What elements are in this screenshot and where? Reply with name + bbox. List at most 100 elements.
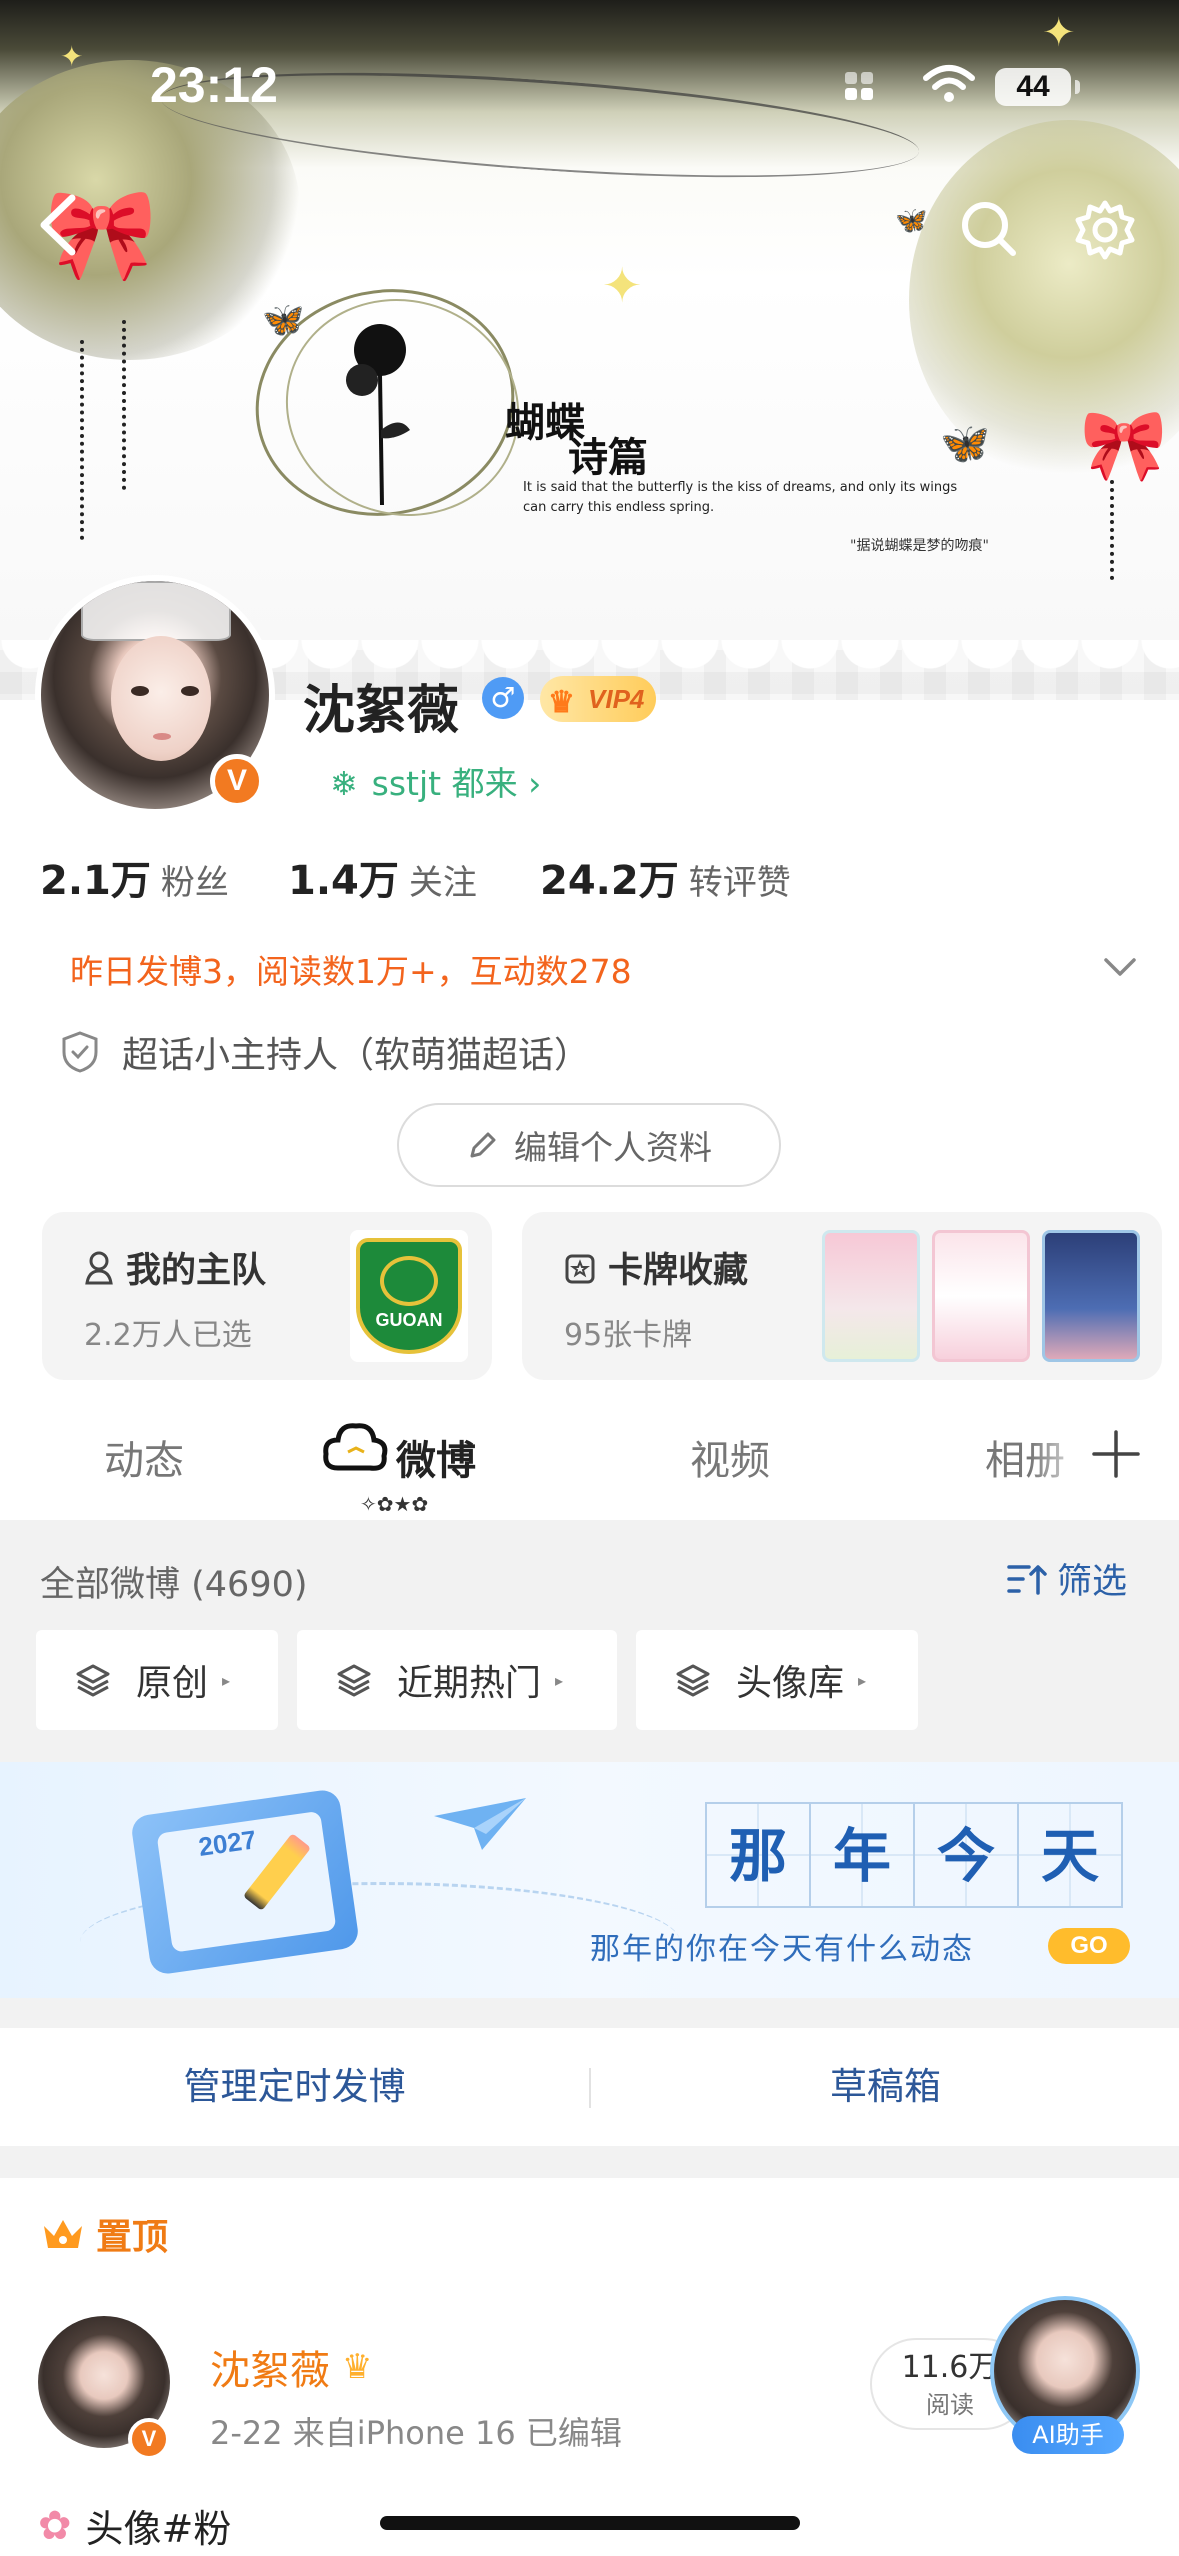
on-this-day-title: 那 年 今 天	[705, 1802, 1130, 1908]
my-team-title-label: 我的主队	[126, 1251, 267, 1291]
pearl-string-left-2	[122, 320, 126, 490]
card-star-icon	[565, 1254, 595, 1283]
paper-plane-icon	[434, 1798, 526, 1850]
cellular-signal-icon	[845, 70, 877, 102]
cover-title-line2: 诗篇	[568, 434, 648, 481]
caret-right-icon: ▸	[222, 1670, 231, 1690]
activity-summary[interactable]: 昨日发博3，阅读数1万+，互动数278	[70, 945, 632, 993]
club-logo: GUOAN	[350, 1230, 468, 1362]
card-thumbnail[interactable]	[822, 1230, 920, 1362]
post-author-name[interactable]: 沈絮薇 ♛	[210, 2338, 372, 2396]
shield-check-icon	[62, 1031, 98, 1073]
drafts-button[interactable]: 草稿箱	[591, 2028, 1179, 2146]
plus-icon[interactable]	[1090, 1428, 1142, 1480]
cover-subtitle: It is said that the butterfly is the kis…	[523, 480, 958, 515]
profile-tabs: 动态 微博 ✧✿★✿ 视频 相册	[0, 1400, 1179, 1520]
pinned-label: 置顶	[40, 2208, 168, 2260]
team-flag-icon	[85, 1251, 113, 1284]
my-team-card[interactable]: 我的主队 2.2万人已选 GUOAN	[42, 1212, 492, 1380]
card-collection[interactable]: 卡牌收藏 95张卡牌	[522, 1212, 1162, 1380]
search-icon[interactable]	[955, 195, 1025, 265]
crown-icon: ♛	[548, 686, 575, 719]
title-char: 年	[809, 1802, 915, 1908]
chip-recent-hot[interactable]: 近期热门 ▸	[297, 1630, 617, 1730]
chip-label: 头像库	[736, 1663, 845, 1704]
status-time: 23:12	[150, 57, 278, 113]
butterfly-icon: 🦋	[895, 206, 928, 236]
ai-assistant-button[interactable]: AI助手	[1012, 2416, 1124, 2454]
avatar-bow	[81, 581, 231, 641]
cover-quote: "据说蝴蝶是梦的吻痕"	[850, 538, 989, 554]
my-team-subtitle: 2.2万人已选	[84, 1318, 252, 1353]
butterfly-icon: 🦋	[940, 421, 990, 467]
go-button[interactable]: GO	[1048, 1928, 1130, 1964]
post-text-label: 头像#粉	[85, 2507, 232, 2551]
host-role[interactable]: 超话小主持人（软萌猫超话）	[60, 1026, 590, 1078]
avatar-eye	[181, 686, 199, 696]
pearl-string-left	[80, 340, 84, 540]
cloud-icon	[323, 1423, 388, 1471]
flower-icon: ✿	[38, 2502, 72, 2549]
chevron-down-icon[interactable]	[1100, 952, 1140, 982]
title-char: 天	[1017, 1802, 1123, 1908]
post-author-label: 沈絮薇	[210, 2348, 330, 2394]
card-thumbnail[interactable]	[932, 1230, 1030, 1362]
stat-followers[interactable]: 2.1万 粉丝	[40, 848, 229, 906]
card-collection-title: 卡牌收藏	[562, 1242, 748, 1293]
profile-name: 沈絮薇	[303, 681, 460, 741]
pearl-string-right	[1110, 480, 1114, 580]
chip-avatar-library[interactable]: 头像库 ▸	[636, 1630, 918, 1730]
tab-dynamic[interactable]: 动态	[104, 1428, 184, 1486]
vip-badge[interactable]: ♛ VIP4	[540, 676, 656, 722]
group-link[interactable]: ❄ sstjt 都来 ›	[330, 757, 541, 805]
manage-row: 管理定时发博 草稿箱	[0, 2028, 1179, 2146]
gear-icon[interactable]	[1070, 195, 1140, 265]
edit-profile-label: 编辑个人资料	[514, 1128, 712, 1167]
post-text: ✿ 头像#粉	[38, 2498, 231, 2553]
butterfly-icon: 🦋	[262, 300, 305, 340]
club-emblem	[380, 1256, 438, 1306]
title-char: 那	[705, 1802, 811, 1908]
vip-label: VIP4	[588, 684, 645, 714]
post-count: 全部微博 (4690)	[40, 1565, 308, 1605]
chip-original[interactable]: 原创 ▸	[36, 1630, 278, 1730]
title-char: 今	[913, 1802, 1019, 1908]
back-arrow-icon[interactable]	[30, 190, 90, 260]
stat-engagement[interactable]: 24.2万 转评赞	[540, 848, 791, 906]
home-indicator[interactable]	[380, 2516, 800, 2530]
filter-button[interactable]: 筛选	[1005, 1553, 1127, 1604]
edit-profile-button[interactable]: 编辑个人资料	[397, 1103, 781, 1187]
group-link-label: sstjt 都来 ›	[371, 764, 542, 803]
layers-icon	[76, 1664, 110, 1697]
tab-weibo[interactable]: 微博	[396, 1428, 476, 1486]
gender-male-icon: ♂	[482, 677, 524, 719]
avatar-lip	[153, 733, 171, 740]
verified-badge: V	[210, 754, 264, 808]
layers-icon	[337, 1664, 371, 1697]
card-collection-subtitle: 95张卡牌	[564, 1318, 693, 1353]
post-meta: 2-22 来自iPhone 16 已编辑	[210, 2414, 622, 2452]
card-thumbnail[interactable]	[1042, 1230, 1140, 1362]
scheduled-posts-button[interactable]: 管理定时发博	[0, 2028, 589, 2146]
on-this-day-banner[interactable]: 2027 那 年 今 天 那年的你在今天有什么动态 GO	[0, 1762, 1179, 1998]
status-bar: 23:12 44	[0, 0, 1179, 150]
card-collection-title-label: 卡牌收藏	[608, 1251, 749, 1291]
stat-label: 粉丝	[160, 863, 229, 903]
calendar-page: 2027	[156, 1810, 337, 1953]
pinned-post[interactable]: 置顶 V 沈絮薇 ♛ 2-22 来自iPhone 16 已编辑 11.6万 阅读 …	[0, 2178, 1179, 2556]
club-shield: GUOAN	[356, 1238, 462, 1354]
host-role-label: 超话小主持人（软萌猫超话）	[122, 1035, 591, 1076]
caret-right-icon: ▸	[555, 1670, 564, 1690]
sparkle-icon: ✦	[602, 258, 643, 314]
tab-fade	[1030, 1410, 1090, 1500]
stat-label: 关注	[408, 863, 477, 903]
filter-label: 筛选	[1057, 1562, 1128, 1602]
my-team-title: 我的主队	[82, 1242, 266, 1293]
stat-value: 24.2万	[540, 858, 679, 904]
crown-icon	[44, 2220, 82, 2248]
stat-value: 2.1万	[40, 858, 151, 904]
tab-video[interactable]: 视频	[690, 1428, 770, 1486]
stat-value: 1.4万	[288, 858, 399, 904]
stat-following[interactable]: 1.4万 关注	[288, 848, 477, 906]
avatar-eye	[131, 686, 149, 696]
